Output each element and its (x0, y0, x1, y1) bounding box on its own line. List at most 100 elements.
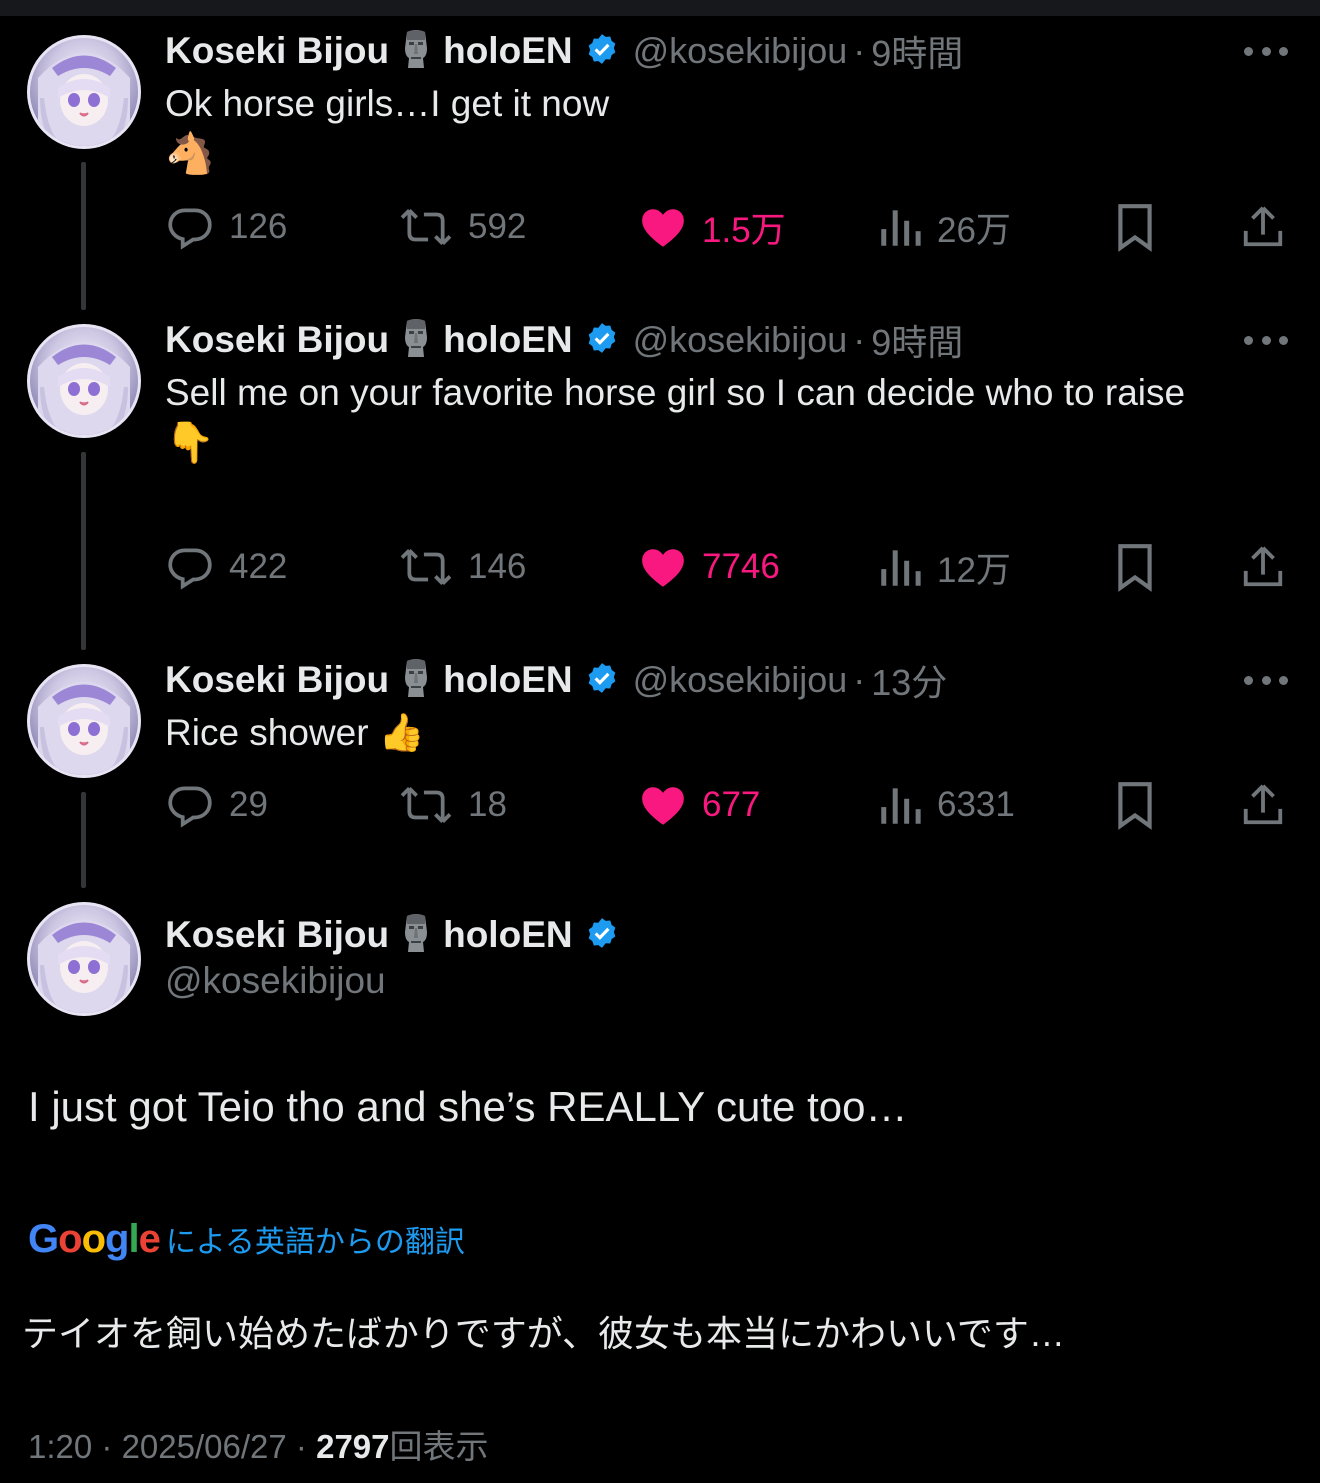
reply-button[interactable]: 422 (165, 542, 287, 592)
views-icon (881, 550, 921, 586)
tweet-meta: 1:20 · 2025/06/27 · 2797回表示 (28, 1420, 489, 1468)
reply-button[interactable]: 126 (165, 202, 287, 252)
more-icon[interactable] (1244, 45, 1288, 57)
pointing-down-emoji: 👇 (165, 421, 215, 465)
moai-icon (397, 657, 435, 704)
translated-text: テイオを飼い始めたばかりですが、彼女も本当にかわいいです… (22, 1313, 1065, 1354)
display-name[interactable]: Koseki Bijou (165, 30, 389, 72)
repost-button[interactable]: 146 (398, 542, 526, 592)
avatar[interactable] (27, 902, 141, 1016)
like-button[interactable]: 1.5万 (638, 202, 786, 252)
repost-count: 146 (468, 547, 527, 586)
more-icon[interactable] (1244, 674, 1288, 686)
post-time[interactable]: 1:20 (28, 1428, 92, 1465)
display-name[interactable]: Koseki Bijou (165, 319, 389, 361)
translation-label[interactable]: による英語からの翻訳 (166, 1217, 465, 1261)
share-button[interactable] (1240, 542, 1286, 592)
bookmark-button[interactable] (1113, 202, 1157, 252)
org-name: holoEN (443, 659, 573, 700)
display-name[interactable]: Koseki Bijou (165, 914, 389, 956)
org-name: holoEN (443, 319, 573, 360)
org-name: holoEN (443, 30, 573, 71)
timestamp[interactable]: 9時間 (871, 314, 963, 366)
more-icon[interactable] (1244, 334, 1288, 346)
handle[interactable]: @kosekibijou (165, 960, 386, 1002)
views-label: 回表示 (389, 1428, 489, 1465)
bookmark-icon (1118, 782, 1152, 830)
tweet-body: Sell me on your favorite horse girl so I… (165, 372, 1186, 413)
reply-icon (168, 786, 212, 828)
reply-icon (168, 548, 212, 590)
top-edge-bar (0, 0, 1320, 16)
action-bar: 422 146 7746 12万 (165, 542, 1295, 592)
views-button[interactable]: 6331 (877, 780, 1015, 830)
reply-icon (168, 208, 212, 250)
tweet-header: Koseki Bijou holoEN (165, 910, 619, 960)
share-icon (1243, 784, 1283, 825)
repost-button[interactable]: 592 (398, 202, 526, 252)
separator: · (853, 319, 866, 360)
like-count: 7746 (702, 547, 780, 586)
reply-button[interactable]: 29 (165, 780, 268, 830)
tweet-text: Sell me on your favorite horse girl so I… (165, 367, 1285, 468)
timestamp[interactable]: 13分 (871, 654, 947, 706)
org-name: holoEN (443, 914, 573, 955)
avatar[interactable] (27, 35, 141, 149)
post-date[interactable]: 2025/06/27 (122, 1428, 287, 1465)
horse-emoji: 🐴 (165, 132, 215, 176)
handle[interactable]: @kosekibijou (633, 319, 848, 361)
bookmark-icon (1118, 204, 1152, 252)
like-count: 1.5万 (702, 210, 786, 250)
repost-count: 592 (468, 207, 527, 246)
tweet-body: Ok horse girls…I get it now (165, 83, 610, 124)
handle[interactable]: @kosekibijou (633, 30, 848, 72)
views-button[interactable]: 26万 (877, 202, 1011, 252)
views-count: 26万 (937, 210, 1011, 250)
handle[interactable]: @kosekibijou (633, 659, 848, 701)
views-count: 2797 (316, 1428, 390, 1465)
action-bar: 29 18 677 6331 (165, 780, 1295, 830)
heart-icon (642, 549, 684, 587)
repost-count: 18 (468, 785, 507, 824)
views-button[interactable]: 12万 (877, 542, 1011, 592)
separator: · (101, 1428, 113, 1465)
share-button[interactable] (1240, 780, 1286, 830)
views-icon (881, 788, 921, 824)
share-button[interactable] (1240, 202, 1286, 252)
like-button[interactable]: 7746 (638, 542, 780, 592)
main-tweet-text: I just got Teio tho and she’s REALLY cut… (28, 1083, 908, 1130)
moai-icon (397, 912, 435, 959)
verified-icon (585, 916, 619, 955)
tweet-body: Rice shower 👍 (165, 712, 425, 753)
views-count: 12万 (937, 550, 1011, 590)
reply-count: 29 (229, 785, 268, 824)
heart-icon (642, 209, 684, 247)
avatar[interactable] (27, 664, 141, 778)
like-button[interactable]: 677 (638, 780, 760, 830)
views-count: 6331 (937, 785, 1015, 824)
repost-icon (400, 787, 452, 823)
google-logo: Google (28, 1216, 161, 1261)
tweet-header: Koseki Bijou holoEN @kosekibijou · 9時間 (165, 29, 963, 74)
avatar[interactable] (27, 324, 141, 438)
heart-icon (642, 787, 684, 825)
bookmark-button[interactable] (1113, 542, 1157, 592)
views-icon (881, 210, 921, 246)
timestamp[interactable]: 9時間 (871, 25, 963, 77)
thread-line (81, 792, 86, 888)
verified-icon (585, 32, 619, 71)
tweet-header: Koseki Bijou holoEN @kosekibijou · 13分 (165, 658, 947, 703)
moai-icon (397, 28, 435, 75)
moai-icon (397, 317, 435, 364)
like-count: 677 (702, 785, 761, 824)
thread-line (81, 452, 86, 650)
tweet-header: Koseki Bijou holoEN @kosekibijou · 9時間 (165, 318, 963, 363)
translation-attribution[interactable]: Google による英語からの翻訳 (28, 1214, 465, 1264)
action-bar: 126 592 1.5万 26万 (165, 202, 1295, 252)
reply-count: 422 (229, 547, 288, 586)
verified-icon (585, 661, 619, 700)
display-name[interactable]: Koseki Bijou (165, 659, 389, 701)
bookmark-button[interactable] (1113, 780, 1157, 830)
repost-button[interactable]: 18 (398, 780, 507, 830)
verified-icon (585, 321, 619, 360)
